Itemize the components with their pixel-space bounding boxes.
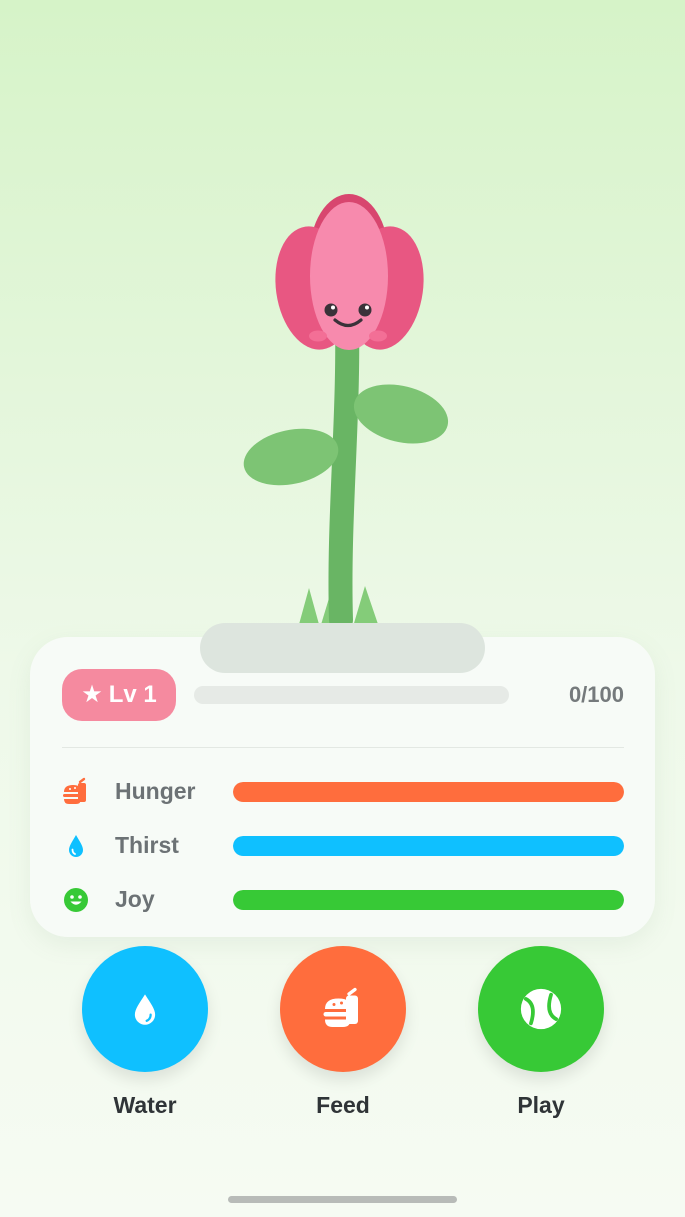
water-button-label[interactable]: Water — [62, 1092, 228, 1119]
thirst-label: Thirst — [115, 832, 179, 858]
pot-shadow — [200, 623, 485, 673]
feed-button[interactable] — [280, 946, 406, 1072]
left-eye — [324, 303, 338, 317]
water-action[interactable]: Water — [82, 946, 208, 1136]
stat-row-thirst: Thirst — [60, 830, 625, 862]
feed-button-label[interactable]: Feed — [260, 1092, 426, 1119]
play-button[interactable] — [478, 946, 604, 1072]
burger-icon — [323, 987, 358, 1027]
thirst-bar-fill — [233, 836, 624, 856]
play-button-label[interactable]: Play — [458, 1092, 624, 1119]
left-cheek — [309, 330, 327, 342]
water-drop-icon — [134, 994, 156, 1025]
smiley-icon — [64, 888, 88, 912]
level-badge: ★ Lv 1 — [62, 669, 176, 721]
plant-stage — [0, 0, 685, 690]
right-cheek — [369, 330, 387, 342]
left-leaf — [243, 428, 339, 486]
star-icon: ★ — [81, 681, 103, 708]
hunger-bar — [233, 782, 624, 802]
xp-progress-bar — [194, 686, 509, 704]
right-leaf — [353, 384, 449, 444]
ball-icon — [520, 988, 562, 1030]
water-drop-icon — [69, 835, 83, 857]
play-action[interactable]: Play — [478, 946, 604, 1136]
stat-row-joy: Joy — [60, 884, 625, 916]
thirst-bar — [233, 836, 624, 856]
front-petal — [310, 202, 388, 350]
hunger-bar-fill — [233, 782, 624, 802]
joy-bar-fill — [233, 890, 624, 910]
home-indicator[interactable] — [228, 1196, 457, 1203]
feed-action[interactable]: Feed — [280, 946, 406, 1136]
level-label: Lv 1 — [108, 681, 157, 708]
stem — [328, 308, 360, 632]
burger-icon — [63, 777, 86, 804]
xp-progress-text: 0/100 — [568, 682, 624, 707]
hunger-label: Hunger — [115, 778, 196, 804]
joy-bar — [233, 890, 624, 910]
joy-label: Joy — [115, 886, 155, 912]
stat-row-hunger: Hunger — [60, 776, 625, 808]
right-eye — [358, 303, 372, 317]
grass-blade — [298, 588, 320, 628]
divider — [62, 747, 624, 748]
tulip-character — [243, 194, 449, 632]
water-button[interactable] — [82, 946, 208, 1072]
